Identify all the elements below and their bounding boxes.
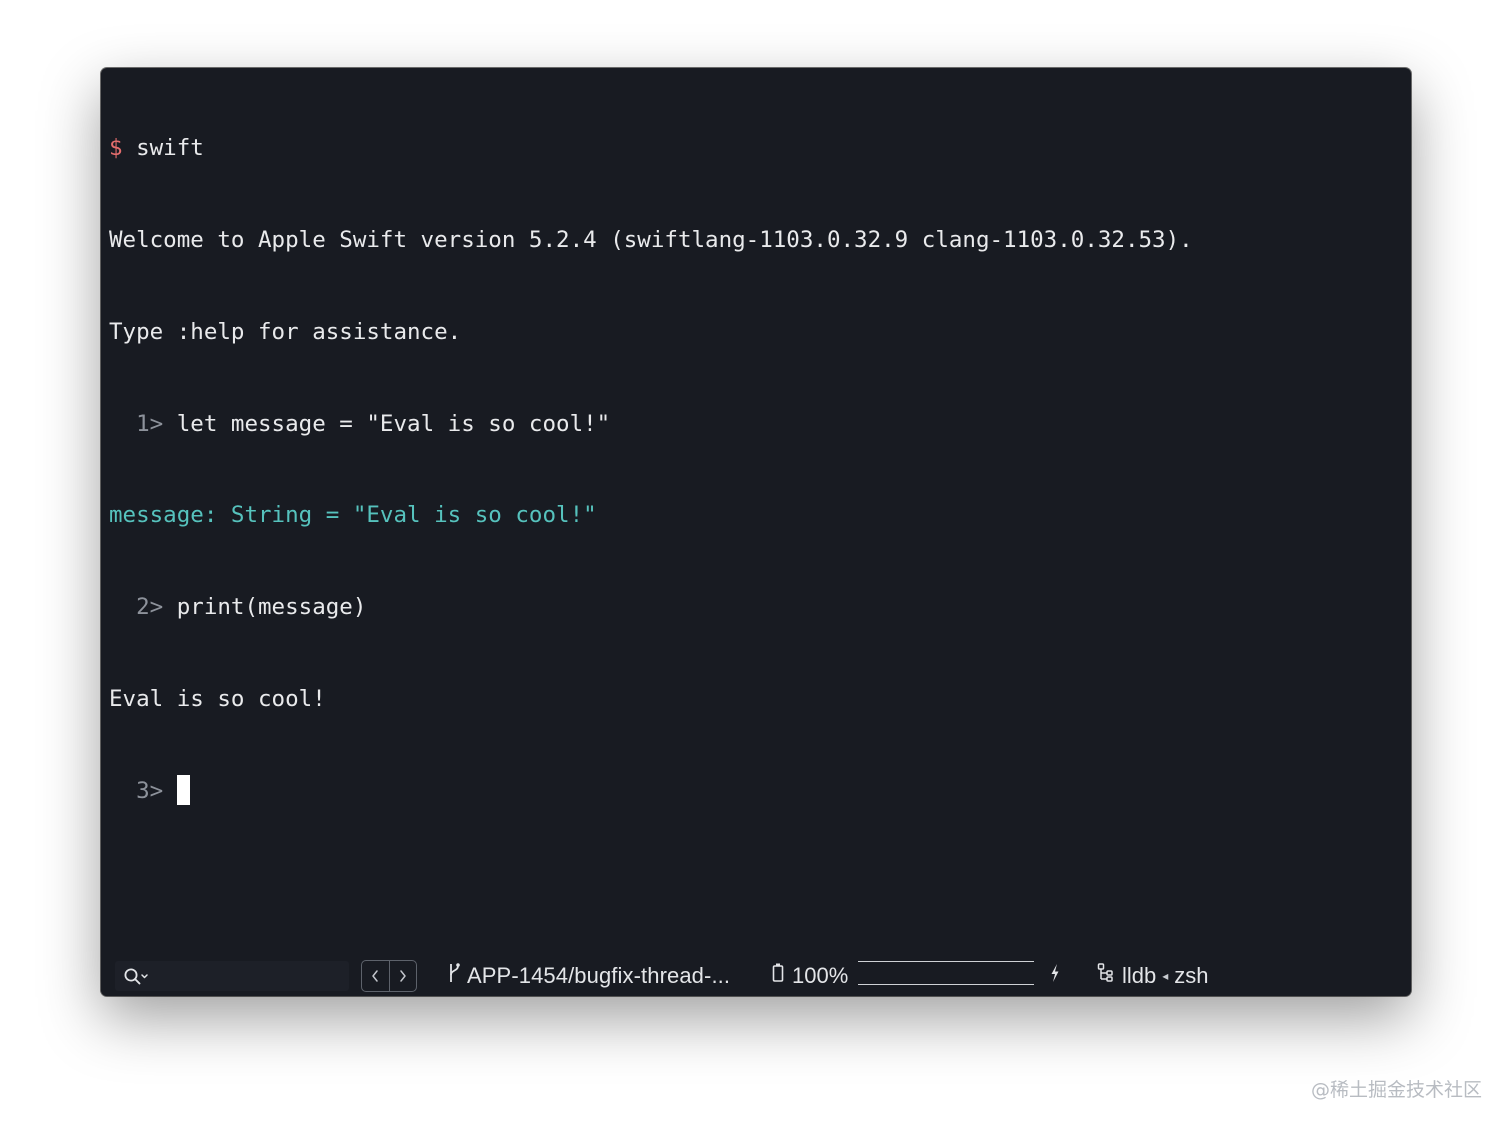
terminal-line: 1> let message = "Eval is so cool!" xyxy=(109,409,1403,440)
search-icon xyxy=(124,967,150,985)
process-tree-icon xyxy=(1097,962,1115,990)
watermark: @稀土掘金技术社区 xyxy=(1310,1079,1482,1101)
job-separator: ◂ xyxy=(1162,969,1169,983)
find-input[interactable] xyxy=(115,961,349,991)
foreground-job: lldb xyxy=(1122,963,1157,988)
terminal-line: Type :help for assistance. xyxy=(109,317,1403,348)
output-text: Eval is so cool! xyxy=(109,685,326,712)
screenshot-canvas: $ swift Welcome to Apple Swift version 5… xyxy=(0,0,1512,1130)
terminal-input-line[interactable]: 3> xyxy=(109,774,1403,807)
repl-prompt: 2> xyxy=(109,594,164,621)
output-text: Type :help for assistance. xyxy=(109,318,462,345)
battery-status: 100% xyxy=(772,956,848,996)
repl-result: message: String = "Eval is so cool!" xyxy=(109,502,597,529)
input-text xyxy=(163,778,177,804)
battery-level-bar xyxy=(858,961,1034,985)
terminal-line: $ swift xyxy=(109,133,1403,164)
battery-icon xyxy=(772,962,784,990)
chevron-left-icon xyxy=(370,963,380,989)
chevron-right-icon xyxy=(398,963,408,989)
previous-button[interactable] xyxy=(362,961,389,991)
terminal-window[interactable]: $ swift Welcome to Apple Swift version 5… xyxy=(101,68,1411,996)
terminal-line: Eval is so cool! xyxy=(109,684,1403,715)
text-cursor xyxy=(176,774,190,805)
command-text: swift xyxy=(122,135,204,162)
charging-indicator xyxy=(1049,956,1061,996)
job-status[interactable]: lldb ◂ zsh xyxy=(1097,956,1209,996)
git-branch-status[interactable]: APP-1454/bugfix-thread-... xyxy=(447,956,730,996)
terminal-line: 2> print(message) xyxy=(109,592,1403,623)
battery-percent: 100% xyxy=(792,963,849,988)
git-branch-icon xyxy=(447,962,461,990)
next-button[interactable] xyxy=(388,961,417,991)
repl-prompt: 3> xyxy=(109,777,164,804)
shell-prompt: $ xyxy=(109,135,123,162)
repl-prompt: 1> xyxy=(109,410,164,437)
parent-shell: zsh xyxy=(1174,963,1209,988)
history-nav xyxy=(361,960,417,992)
terminal-line: message: String = "Eval is so cool!" xyxy=(109,500,1403,531)
command-text: let message = "Eval is so cool!" xyxy=(163,410,611,437)
battery-level-fill xyxy=(858,962,1034,984)
output-text: Welcome to Apple Swift version 5.2.4 (sw… xyxy=(109,226,1193,253)
terminal-line: Welcome to Apple Swift version 5.2.4 (sw… xyxy=(109,225,1403,256)
branch-name: APP-1454/bugfix-thread-... xyxy=(467,963,731,988)
charging-bolt-icon xyxy=(1049,962,1061,990)
terminal-output[interactable]: $ swift Welcome to Apple Swift version 5… xyxy=(109,72,1403,952)
status-bar: APP-1454/bugfix-thread-... 100% lldb ◂ z… xyxy=(101,956,1411,996)
command-text: print(message) xyxy=(163,594,367,621)
